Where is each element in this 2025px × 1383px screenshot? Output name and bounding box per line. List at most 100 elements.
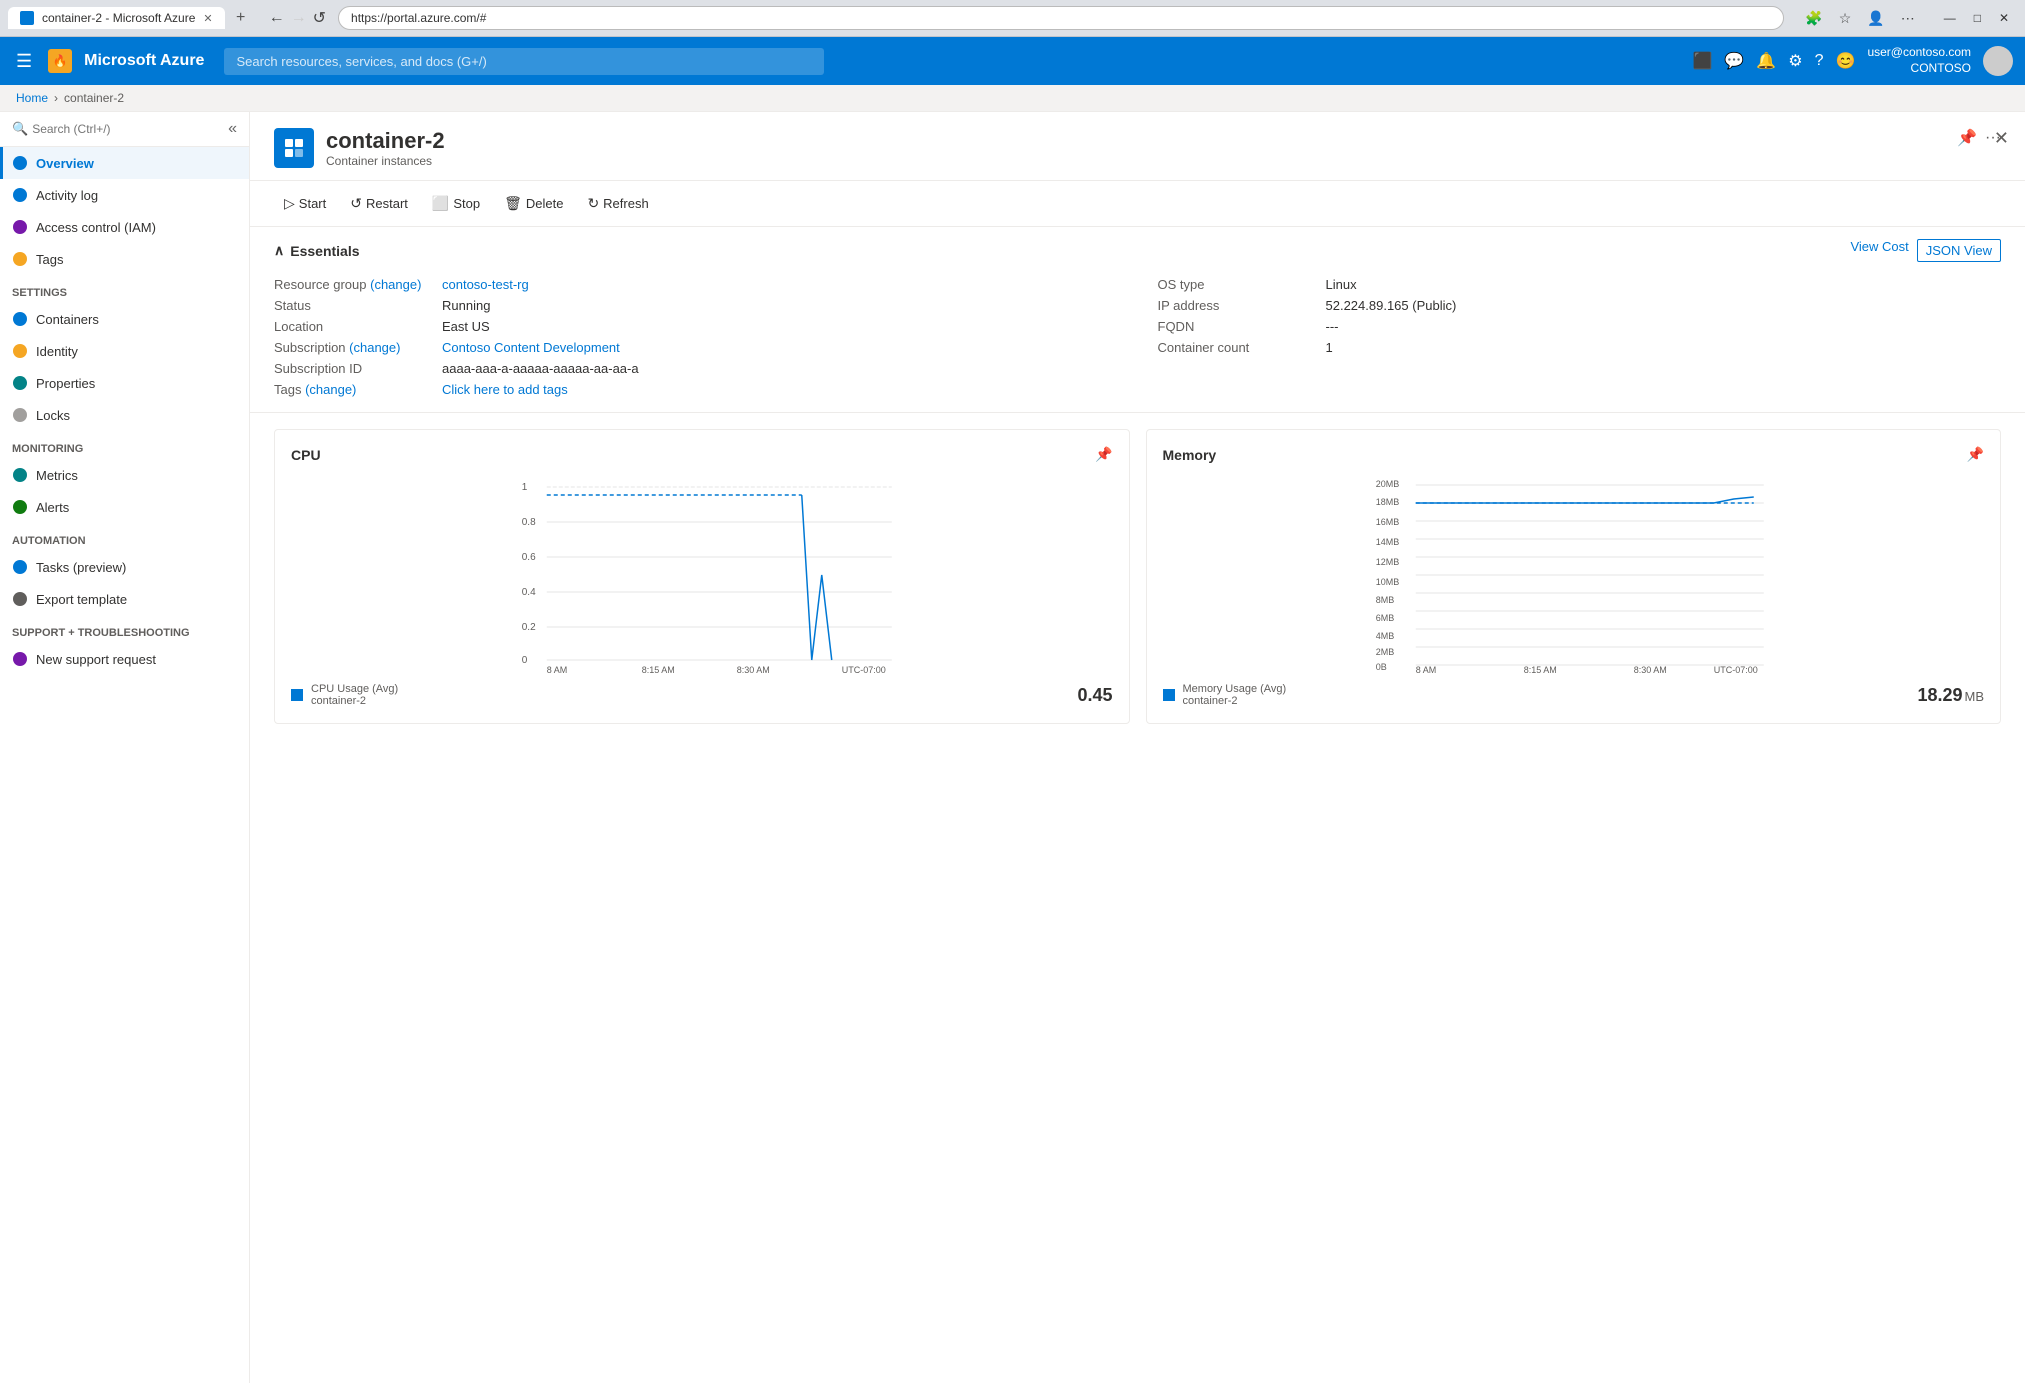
global-search-input[interactable]: [224, 48, 824, 75]
svg-text:8:30 AM: 8:30 AM: [1633, 665, 1666, 675]
essentials-row-rg: Resource group (change) contoso-test-rg: [274, 274, 1118, 295]
location-value: East US: [442, 319, 490, 334]
browser-menu-button[interactable]: ⋯: [1896, 8, 1920, 29]
browser-back-button[interactable]: ←: [269, 9, 285, 27]
svg-text:18MB: 18MB: [1375, 497, 1399, 507]
cloud-shell-icon[interactable]: ⬛: [1693, 51, 1713, 71]
smiley-icon[interactable]: 😊: [1836, 51, 1856, 71]
cpu-value: 0.45: [1077, 685, 1112, 706]
cpu-legend-text: CPU Usage (Avg) container-2: [311, 683, 398, 707]
essentials-toggle[interactable]: ∧ Essentials: [274, 242, 360, 259]
charts-area: CPU 📌 1 0.8 0.6 0.4 0.2 0: [250, 413, 2025, 756]
essentials-row-sub-id: Subscription ID aaaa-aaa-a-aaaaa-aaaaa-a…: [274, 358, 1118, 379]
sidebar-collapse-button[interactable]: «: [228, 120, 237, 138]
sidebar-item-tags[interactable]: Tags: [0, 243, 249, 275]
settings-icon[interactable]: ⚙: [1788, 51, 1802, 71]
toolbar: ▷ Start ↺ Restart ⬜ Stop 🗑 Delete ↻ Refr…: [250, 181, 2025, 227]
svg-text:8:15 AM: 8:15 AM: [642, 665, 675, 675]
browser-refresh-button[interactable]: ↺: [313, 8, 326, 28]
sidebar-item-metrics[interactable]: Metrics: [0, 459, 249, 491]
refresh-button[interactable]: ↻ Refresh: [577, 189, 658, 218]
browser-tab[interactable]: container-2 - Microsoft Azure ✕: [8, 7, 225, 29]
view-cost-link[interactable]: View Cost: [1850, 239, 1908, 262]
delete-button[interactable]: 🗑 Delete: [494, 189, 573, 218]
sidebar-item-tasks[interactable]: Tasks (preview): [0, 551, 249, 583]
help-icon[interactable]: ?: [1815, 52, 1824, 70]
export-icon: [12, 591, 28, 607]
svg-text:8MB: 8MB: [1375, 595, 1394, 605]
memory-chart-header: Memory 📌: [1163, 446, 1985, 463]
refresh-label: Refresh: [603, 196, 649, 211]
breadcrumb-home[interactable]: Home: [16, 91, 48, 105]
resource-group-link[interactable]: contoso-test-rg: [442, 277, 529, 292]
os-type-value: Linux: [1326, 277, 1357, 292]
svg-text:UTC-07:00: UTC-07:00: [1713, 665, 1757, 675]
browser-extensions-button[interactable]: 🧩: [1800, 8, 1827, 29]
json-view-link[interactable]: JSON View: [1917, 239, 2001, 262]
resource-subtitle: Container instances: [326, 154, 445, 168]
notifications-icon[interactable]: 🔔: [1756, 51, 1776, 71]
essentials-actions: View Cost JSON View: [1850, 239, 2001, 262]
user-avatar[interactable]: [1983, 46, 2013, 76]
sidebar-item-alerts[interactable]: Alerts: [0, 491, 249, 523]
tab-title: container-2 - Microsoft Azure: [42, 11, 195, 25]
user-info[interactable]: user@contoso.com CONTOSO: [1867, 45, 1971, 76]
essentials-right: OS type Linux IP address 52.224.89.165 (…: [1158, 274, 2002, 400]
browser-profile-button[interactable]: 👤: [1862, 8, 1889, 29]
svg-text:8:15 AM: 8:15 AM: [1523, 665, 1556, 675]
window-close-button[interactable]: ✕: [1991, 9, 2017, 27]
feedback-icon[interactable]: 💬: [1724, 51, 1744, 71]
sidebar-item-identity[interactable]: Identity: [0, 335, 249, 367]
subscription-link[interactable]: Contoso Content Development: [442, 340, 620, 355]
monitoring-section-label: Monitoring: [0, 431, 249, 459]
tags-icon: [12, 251, 28, 267]
memory-pin-button[interactable]: 📌: [1967, 446, 1984, 463]
content-area: container-2 Container instances 📌 ··· ✕ …: [250, 112, 2025, 1383]
svg-text:12MB: 12MB: [1375, 557, 1399, 567]
sidebar-item-locks[interactable]: Locks: [0, 399, 249, 431]
address-bar[interactable]: https://portal.azure.com/#: [338, 6, 1784, 30]
sidebar-item-properties[interactable]: Properties: [0, 367, 249, 399]
sidebar-locks-label: Locks: [36, 408, 70, 423]
svg-text:6MB: 6MB: [1375, 613, 1394, 623]
sidebar-item-overview[interactable]: Overview: [0, 147, 249, 179]
sidebar-item-export[interactable]: Export template: [0, 583, 249, 615]
page-title: container-2: [326, 128, 445, 154]
stop-button[interactable]: ⬜ Stop: [422, 189, 490, 218]
hamburger-menu-button[interactable]: ☰: [12, 47, 36, 76]
new-tab-button[interactable]: +: [229, 6, 253, 30]
sidebar-item-activity-log[interactable]: Activity log: [0, 179, 249, 211]
cpu-value-container: 0.45: [1077, 685, 1112, 706]
cpu-pin-button[interactable]: 📌: [1095, 446, 1112, 463]
window-minimize-button[interactable]: —: [1936, 9, 1964, 27]
resource-title-area: container-2 Container instances: [326, 128, 445, 168]
subscription-id-value: aaaa-aaa-a-aaaaa-aaaaa-aa-aa-a: [442, 361, 639, 376]
svg-text:UTC-07:00: UTC-07:00: [842, 665, 886, 675]
charts-row: CPU 📌 1 0.8 0.6 0.4 0.2 0: [274, 429, 2001, 724]
restart-button[interactable]: ↺ Restart: [340, 189, 418, 218]
sidebar-item-support[interactable]: New support request: [0, 643, 249, 675]
containers-icon: [12, 311, 28, 327]
memory-chart-card: Memory 📌 20MB 18MB 16MB 14MB 12MB 10MB: [1146, 429, 2002, 724]
delete-icon: 🗑: [504, 195, 522, 212]
essentials-title-text: Essentials: [290, 243, 359, 259]
start-button[interactable]: ▷ Start: [274, 189, 336, 218]
memory-legend-sub: container-2: [1183, 695, 1287, 707]
delete-label: Delete: [526, 196, 564, 211]
close-panel-button[interactable]: ✕: [1994, 128, 2009, 149]
tab-close-icon[interactable]: ✕: [203, 12, 212, 25]
essentials-section: ∧ Essentials View Cost JSON View Resourc…: [250, 227, 2025, 413]
azure-logo-icon: 🔥: [48, 49, 72, 73]
browser-favorites-button[interactable]: ☆: [1834, 8, 1857, 29]
essentials-chevron-icon: ∧: [274, 242, 284, 259]
essentials-row-fqdn: FQDN ---: [1158, 316, 2002, 337]
add-tags-link[interactable]: Click here to add tags: [442, 382, 568, 397]
pin-button[interactable]: 📌: [1957, 128, 1977, 148]
sidebar-item-access-control[interactable]: Access control (IAM): [0, 211, 249, 243]
sidebar-search-input[interactable]: [32, 122, 224, 136]
svg-text:0.6: 0.6: [522, 552, 536, 563]
sidebar-properties-label: Properties: [36, 376, 95, 391]
window-maximize-button[interactable]: □: [1966, 9, 1989, 27]
sidebar-item-containers[interactable]: Containers: [0, 303, 249, 335]
browser-forward-button[interactable]: →: [291, 9, 307, 27]
